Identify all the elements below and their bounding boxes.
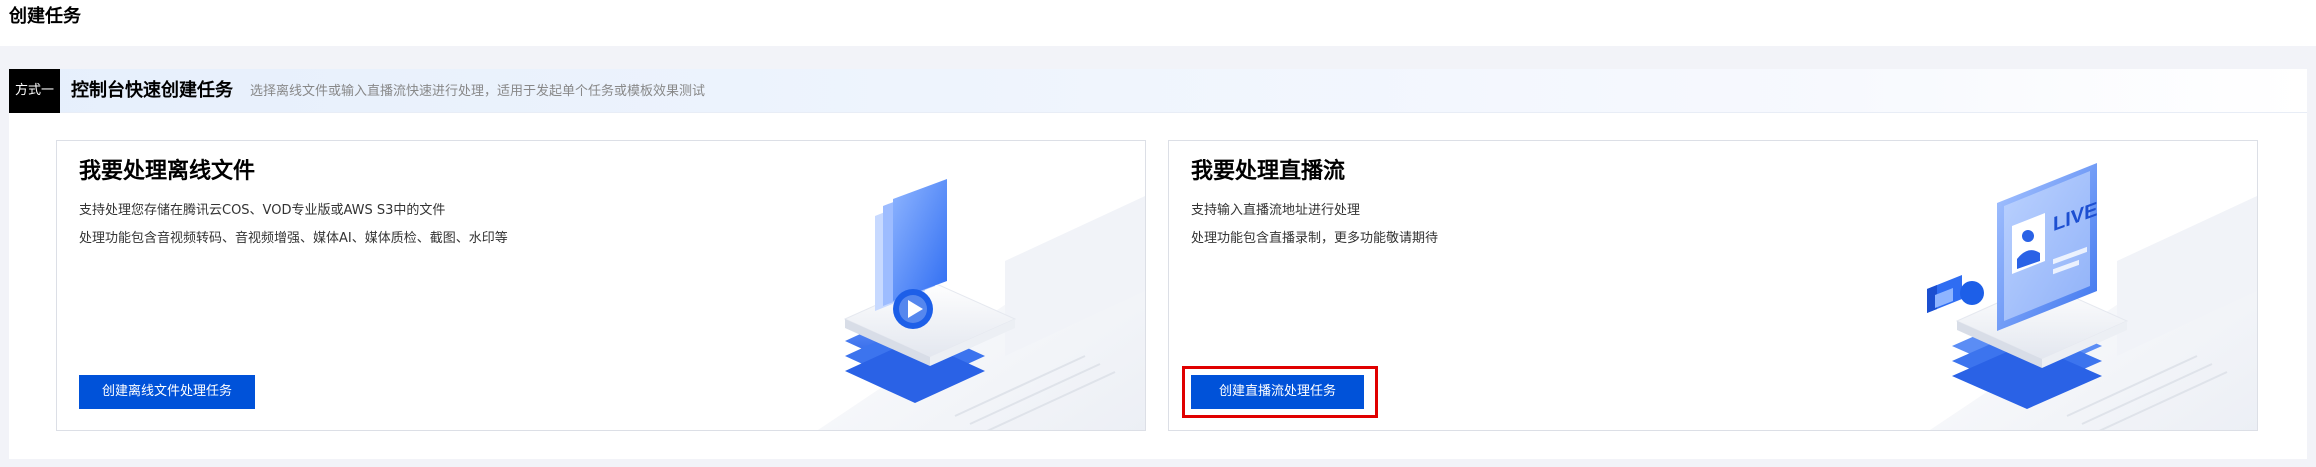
page-header: 创建任务 bbox=[0, 0, 2316, 46]
create-offline-task-button[interactable]: 创建离线文件处理任务 bbox=[79, 375, 256, 409]
live-card-line-2: 处理功能包含直播录制，更多功能敬请期待 bbox=[1191, 231, 1439, 246]
method-title: 控制台快速创建任务 bbox=[71, 80, 233, 101]
offline-card-line-2: 处理功能包含音视频转码、音视频增强、媒体AI、媒体质检、截图、水印等 bbox=[79, 231, 508, 246]
offline-file-card: 我要处理离线文件 支持处理您存储在腾讯云COS、VOD专业版或AWS S3中的文… bbox=[56, 140, 1146, 431]
page-title: 创建任务 bbox=[9, 6, 81, 27]
live-stream-card: 我要处理直播流 支持输入直播流地址进行处理 处理功能包含直播录制，更多功能敬请期… bbox=[1168, 140, 2258, 431]
live-card-title: 我要处理直播流 bbox=[1191, 159, 1346, 184]
method-description: 选择离线文件或输入直播流快速进行处理，适用于发起单个任务或模板效果测试 bbox=[250, 84, 706, 99]
offline-card-line-1: 支持处理您存储在腾讯云COS、VOD专业版或AWS S3中的文件 bbox=[79, 203, 446, 218]
method-tag: 方式一 bbox=[9, 69, 60, 113]
offline-card-title: 我要处理离线文件 bbox=[79, 159, 256, 184]
create-live-task-button[interactable]: 创建直播流处理任务 bbox=[1191, 375, 1365, 409]
quick-create-panel: 方式一 控制台快速创建任务 选择离线文件或输入直播流快速进行处理，适用于发起单个… bbox=[9, 69, 2307, 459]
live-camera-icon: LIVE bbox=[1927, 163, 2257, 430]
live-card-line-1: 支持输入直播流地址进行处理 bbox=[1191, 203, 1361, 218]
method-bar: 方式一 控制台快速创建任务 选择离线文件或输入直播流快速进行处理，适用于发起单个… bbox=[9, 69, 2307, 113]
folder-play-icon bbox=[817, 179, 1145, 430]
